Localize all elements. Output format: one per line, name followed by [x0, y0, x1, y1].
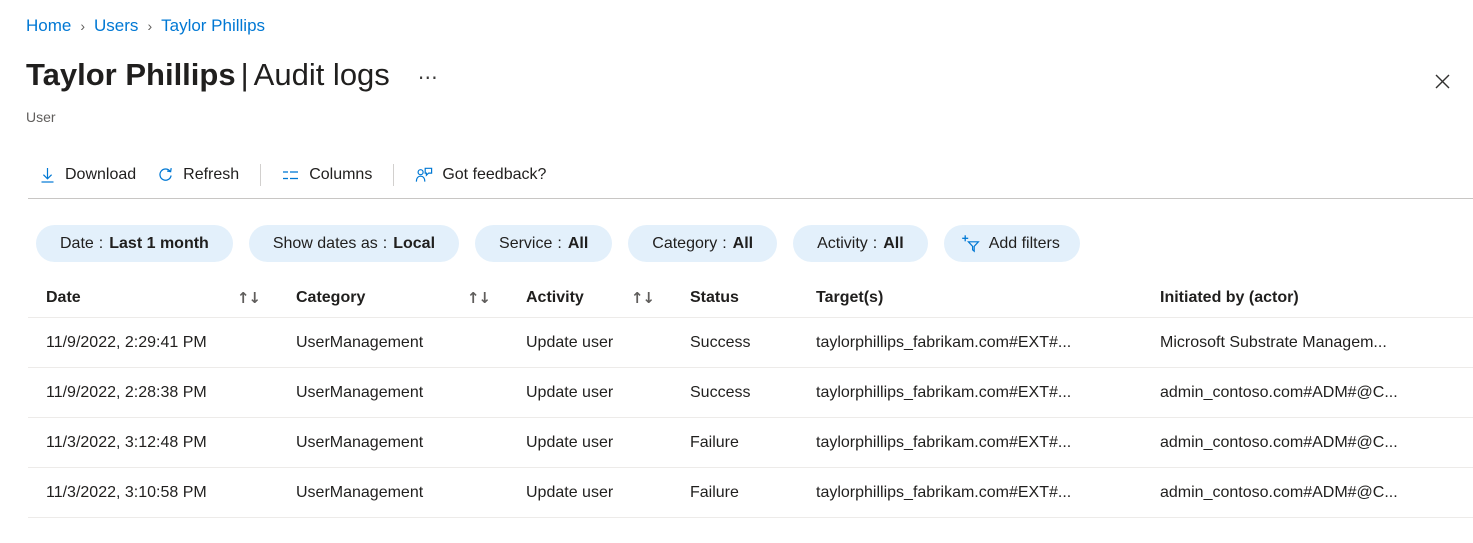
download-label: Download	[65, 165, 136, 185]
cell-target: taylorphillips_fabrikam.com#EXT#...	[816, 333, 1160, 353]
filter-pill-colon: :	[99, 235, 103, 253]
cell-status: Failure	[690, 433, 816, 453]
column-header-activity[interactable]: Activity ↑↓	[526, 288, 690, 308]
column-header-activity-label: Activity	[526, 288, 584, 308]
more-options-icon[interactable]: ⋯	[412, 68, 446, 88]
table-row[interactable]: 11/3/2022, 3:12:48 PM UserManagement Upd…	[28, 418, 1473, 468]
columns-icon	[282, 166, 300, 184]
command-bar: Download Refresh Columns	[28, 155, 556, 195]
breadcrumb-separator-icon: ›	[147, 16, 152, 36]
add-filters-button[interactable]: Add filters	[944, 225, 1080, 262]
cell-status: Success	[690, 333, 816, 353]
cell-initiated-by: admin_contoso.com#ADM#@C...	[1160, 433, 1455, 453]
filter-pill-service-value: All	[568, 235, 588, 253]
add-filter-icon	[960, 234, 980, 254]
filter-pill-colon: :	[383, 235, 387, 253]
close-button[interactable]	[1425, 64, 1459, 98]
column-header-date-label: Date	[46, 288, 81, 308]
cell-activity: Update user	[526, 383, 690, 403]
cell-date: 11/9/2022, 2:28:38 PM	[28, 383, 296, 403]
column-header-initiated-by[interactable]: Initiated by (actor)	[1160, 288, 1455, 308]
column-header-date[interactable]: Date ↑↓	[28, 288, 296, 308]
refresh-button[interactable]: Refresh	[146, 157, 249, 193]
sort-icon[interactable]: ↑↓	[631, 288, 654, 308]
filter-pill-date-value: Last 1 month	[109, 235, 209, 253]
cell-category: UserManagement	[296, 483, 526, 503]
cell-activity: Update user	[526, 483, 690, 503]
page-title: Taylor Phillips|Audit logs	[26, 56, 390, 94]
page-title-secondary: Audit logs	[254, 57, 390, 92]
refresh-icon	[156, 166, 174, 184]
filter-pill-show-dates-as[interactable]: Show dates as : Local	[249, 225, 459, 262]
table-body: 11/9/2022, 2:29:41 PM UserManagement Upd…	[28, 318, 1473, 518]
cell-activity: Update user	[526, 333, 690, 353]
filter-pill-category-key: Category	[652, 235, 717, 253]
filter-pill-show-dates-as-value: Local	[393, 235, 435, 253]
filter-pill-date-key: Date	[60, 235, 94, 253]
filter-pill-colon: :	[873, 235, 877, 253]
columns-button[interactable]: Columns	[272, 157, 382, 193]
cell-target: taylorphillips_fabrikam.com#EXT#...	[816, 483, 1160, 503]
refresh-label: Refresh	[183, 165, 239, 185]
sort-icon[interactable]: ↑↓	[237, 288, 260, 308]
breadcrumb-item-home[interactable]: Home	[26, 16, 71, 36]
close-icon	[1435, 74, 1450, 89]
cell-category: UserManagement	[296, 383, 526, 403]
cell-activity: Update user	[526, 433, 690, 453]
filter-pill-colon: :	[557, 235, 561, 253]
table-row[interactable]: 11/9/2022, 2:29:41 PM UserManagement Upd…	[28, 318, 1473, 368]
filter-pill-category[interactable]: Category : All	[628, 225, 777, 262]
page-subtitle: User	[26, 108, 56, 126]
filter-pill-show-dates-as-key: Show dates as	[273, 235, 378, 253]
cell-initiated-by: admin_contoso.com#ADM#@C...	[1160, 483, 1455, 503]
cell-initiated-by: admin_contoso.com#ADM#@C...	[1160, 383, 1455, 403]
table-row[interactable]: 11/3/2022, 3:10:58 PM UserManagement Upd…	[28, 468, 1473, 518]
breadcrumb-item-users[interactable]: Users	[94, 16, 138, 36]
filter-pill-date[interactable]: Date : Last 1 month	[36, 225, 233, 262]
column-header-category[interactable]: Category ↑↓	[296, 288, 526, 308]
breadcrumb-separator-icon: ›	[80, 16, 85, 36]
got-feedback-label: Got feedback?	[442, 165, 546, 185]
cell-status: Failure	[690, 483, 816, 503]
add-filters-label: Add filters	[989, 235, 1060, 253]
cell-date: 11/3/2022, 3:12:48 PM	[28, 433, 296, 453]
column-header-targets[interactable]: Target(s)	[816, 288, 1160, 308]
filter-pill-activity[interactable]: Activity : All	[793, 225, 928, 262]
filter-pill-activity-value: All	[883, 235, 903, 253]
breadcrumb-item-taylor-phillips[interactable]: Taylor Phillips	[161, 16, 265, 36]
page-title-primary: Taylor Phillips	[26, 57, 236, 92]
page-title-divider: |	[236, 57, 254, 92]
cell-initiated-by: Microsoft Substrate Managem...	[1160, 333, 1455, 353]
filter-pill-colon: :	[722, 235, 726, 253]
columns-label: Columns	[309, 165, 372, 185]
filter-pill-service-key: Service	[499, 235, 552, 253]
toolbar-divider	[28, 198, 1473, 199]
sort-icon[interactable]: ↑↓	[467, 288, 490, 308]
table-row[interactable]: 11/9/2022, 2:28:38 PM UserManagement Upd…	[28, 368, 1473, 418]
cell-date: 11/3/2022, 3:10:58 PM	[28, 483, 296, 503]
command-separator	[393, 164, 394, 186]
cell-target: taylorphillips_fabrikam.com#EXT#...	[816, 433, 1160, 453]
column-header-category-label: Category	[296, 288, 365, 308]
filter-bar: Date : Last 1 month Show dates as : Loca…	[36, 225, 1096, 262]
table-header-row: Date ↑↓ Category ↑↓ Activity ↑↓ Status T…	[28, 278, 1473, 318]
download-button[interactable]: Download	[28, 157, 146, 193]
cell-category: UserManagement	[296, 333, 526, 353]
breadcrumb: Home › Users › Taylor Phillips	[26, 16, 265, 36]
cell-category: UserManagement	[296, 433, 526, 453]
filter-pill-service[interactable]: Service : All	[475, 225, 612, 262]
filter-pill-activity-key: Activity	[817, 235, 868, 253]
filter-pill-category-value: All	[733, 235, 753, 253]
page-title-row: Taylor Phillips|Audit logs ⋯	[26, 56, 446, 94]
column-header-status[interactable]: Status	[690, 288, 816, 308]
cell-date: 11/9/2022, 2:29:41 PM	[28, 333, 296, 353]
cell-target: taylorphillips_fabrikam.com#EXT#...	[816, 383, 1160, 403]
feedback-icon	[415, 166, 433, 184]
got-feedback-button[interactable]: Got feedback?	[405, 157, 556, 193]
command-separator	[260, 164, 261, 186]
audit-logs-table: Date ↑↓ Category ↑↓ Activity ↑↓ Status T…	[28, 278, 1473, 518]
download-icon	[38, 166, 56, 184]
cell-status: Success	[690, 383, 816, 403]
